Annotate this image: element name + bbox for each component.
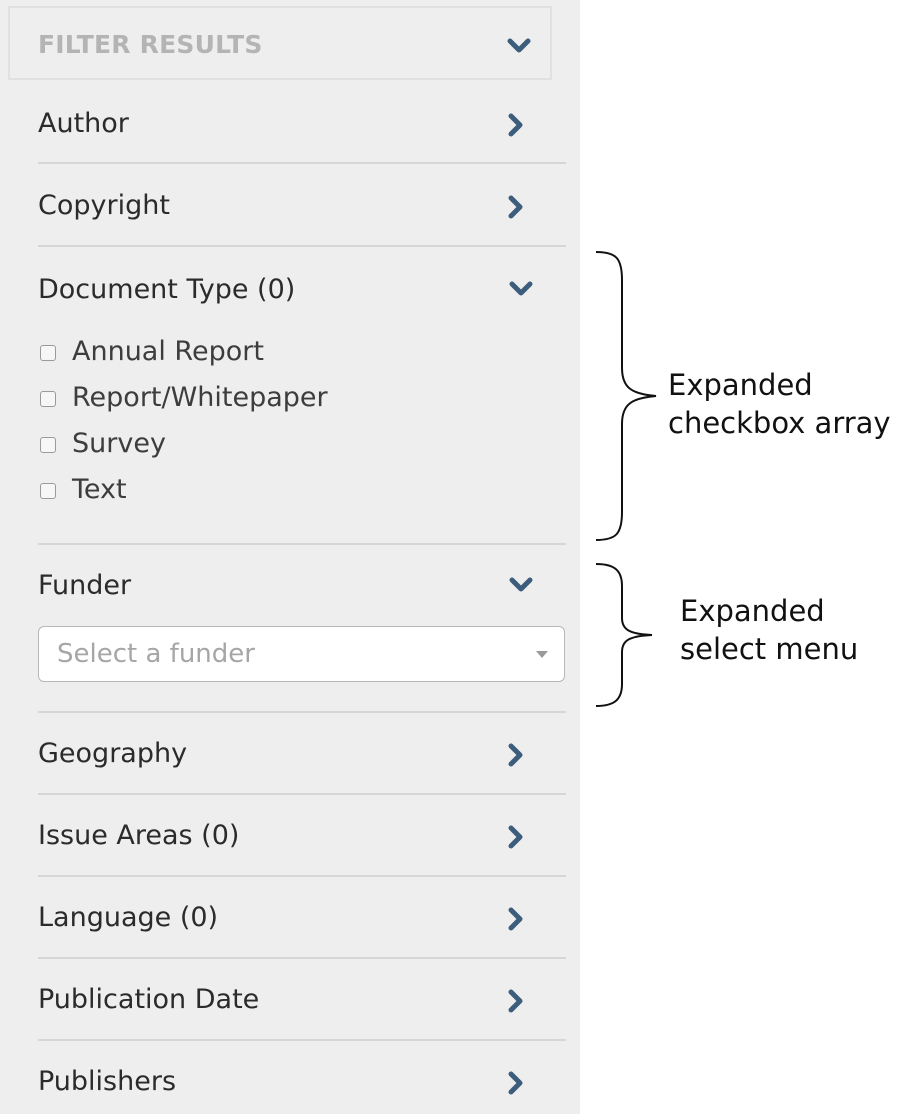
- chevron-down-icon[interactable]: [504, 31, 534, 61]
- divider: [38, 162, 566, 164]
- chevron-right-icon[interactable]: [500, 986, 530, 1016]
- checkbox[interactable]: [40, 345, 56, 361]
- annotation-line: checkbox array: [668, 406, 891, 440]
- chevron-right-icon[interactable]: [500, 110, 530, 140]
- section-publishers[interactable]: Publishers: [38, 1058, 566, 1112]
- section-label: Publication Date: [38, 984, 260, 1015]
- checkbox[interactable]: [40, 437, 56, 453]
- chevron-right-icon[interactable]: [500, 740, 530, 770]
- divider: [38, 1039, 566, 1041]
- checkbox-label[interactable]: Survey: [72, 428, 166, 459]
- divider: [38, 543, 566, 545]
- filter-panel: FILTER RESULTS Author Copyright Document…: [0, 0, 580, 1114]
- annotation-line: Expanded: [668, 368, 813, 402]
- divider: [38, 711, 566, 713]
- chevron-right-icon[interactable]: [500, 822, 530, 852]
- chevron-right-icon[interactable]: [500, 192, 530, 222]
- annotation-line: Expanded: [680, 594, 825, 628]
- filter-results-header[interactable]: FILTER RESULTS: [8, 6, 552, 80]
- section-label: Document Type (0): [38, 274, 296, 305]
- funder-select-placeholder: Select a funder: [57, 639, 255, 669]
- section-label: Publishers: [38, 1066, 177, 1097]
- section-funder[interactable]: Funder: [38, 562, 566, 612]
- section-copyright[interactable]: Copyright: [38, 182, 566, 236]
- divider: [38, 957, 566, 959]
- chevron-down-icon[interactable]: [506, 570, 536, 600]
- annotation-line: select menu: [680, 632, 859, 666]
- checkbox-label[interactable]: Text: [72, 474, 127, 505]
- section-label: Issue Areas (0): [38, 820, 240, 851]
- section-language[interactable]: Language (0): [38, 894, 566, 948]
- section-label: Funder: [38, 570, 132, 601]
- section-geography[interactable]: Geography: [38, 730, 566, 784]
- section-author[interactable]: Author: [38, 100, 566, 154]
- divider: [38, 793, 566, 795]
- checkbox-label[interactable]: Annual Report: [72, 336, 264, 367]
- annotation-select-menu: Expanded select menu: [680, 592, 858, 668]
- filter-screenshot: FILTER RESULTS Author Copyright Document…: [0, 0, 906, 1114]
- caret-down-icon[interactable]: [536, 651, 548, 658]
- checkbox-label[interactable]: Report/Whitepaper: [72, 382, 328, 413]
- section-label: Copyright: [38, 190, 170, 221]
- chevron-down-icon[interactable]: [506, 274, 536, 304]
- divider: [38, 875, 566, 877]
- checkbox[interactable]: [40, 391, 56, 407]
- funder-select[interactable]: Select a funder: [38, 626, 565, 682]
- divider: [38, 245, 566, 247]
- chevron-right-icon[interactable]: [500, 1068, 530, 1098]
- checkbox[interactable]: [40, 483, 56, 499]
- chevron-right-icon[interactable]: [500, 904, 530, 934]
- filter-results-title: FILTER RESULTS: [38, 30, 263, 59]
- section-label: Geography: [38, 738, 188, 769]
- section-issue-areas[interactable]: Issue Areas (0): [38, 812, 566, 866]
- section-label: Author: [38, 108, 129, 139]
- annotation-checkbox-array: Expanded checkbox array: [668, 366, 891, 442]
- section-publication-date[interactable]: Publication Date: [38, 976, 566, 1030]
- brace-select-menu: [595, 563, 653, 707]
- section-label: Language (0): [38, 902, 219, 933]
- section-document-type[interactable]: Document Type (0): [38, 266, 566, 320]
- brace-checkbox-array: [595, 251, 657, 541]
